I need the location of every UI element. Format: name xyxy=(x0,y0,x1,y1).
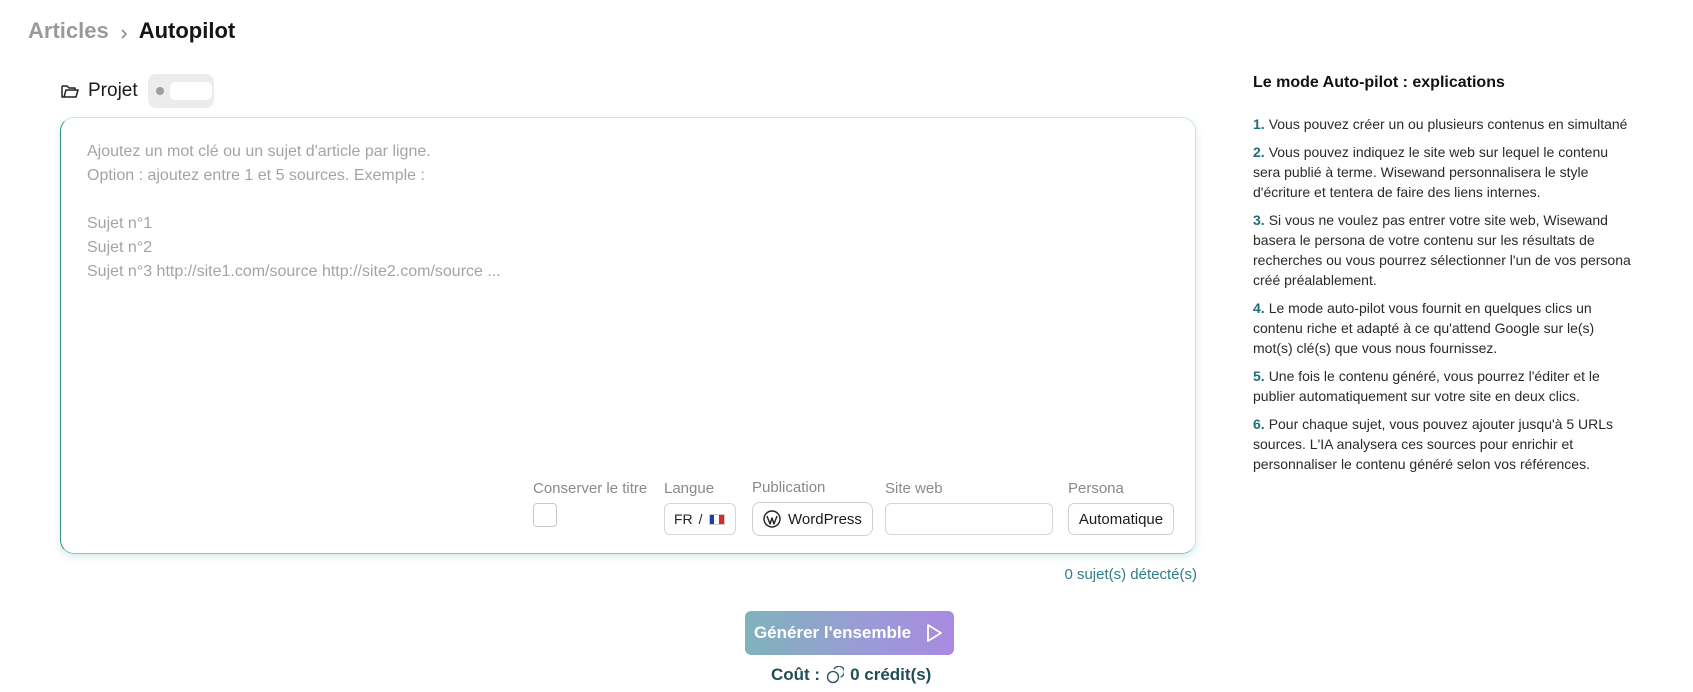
wordpress-icon xyxy=(763,510,781,528)
help-title: Le mode Auto-pilot : explications xyxy=(1253,74,1505,91)
detected-count: 0 sujet(s) détecté(s) xyxy=(1064,566,1197,583)
help-item: 2. Vous pouvez indiquez le site web sur l… xyxy=(1253,144,1609,200)
language-select[interactable]: FR / xyxy=(664,503,736,535)
project-select[interactable] xyxy=(147,74,214,108)
topics-editor: Conserver le titre Langue FR / Publicati… xyxy=(60,117,1196,554)
cost-label: Coût : xyxy=(771,665,821,684)
help-item: 3. Si vous ne voulez pas entrer votre sit… xyxy=(1253,212,1631,288)
cost-display: Coût : 0 crédit(s) xyxy=(771,665,931,685)
coins-icon xyxy=(826,666,845,684)
publication-field: Publication WordPress xyxy=(752,479,873,536)
language-value: FR xyxy=(674,511,693,527)
publication-select[interactable]: WordPress xyxy=(752,502,873,536)
help-item: 4. Le mode auto-pilot vous fournit en que… xyxy=(1253,300,1595,356)
france-flag-icon xyxy=(708,513,725,525)
folder-icon xyxy=(60,81,80,101)
language-field: Langue FR / xyxy=(664,480,736,535)
keep-title-field: Conserver le titre xyxy=(533,480,647,527)
persona-field: Persona Automatique xyxy=(1068,480,1174,535)
keep-title-label: Conserver le titre xyxy=(533,480,648,497)
chevron-right-icon xyxy=(119,26,129,39)
help-panel: Le mode Auto-pilot : explications 1. Vous… xyxy=(1253,74,1633,482)
project-label: Projet xyxy=(88,80,138,101)
persona-label: Persona xyxy=(1068,480,1124,497)
project-row: Projet xyxy=(60,74,214,108)
help-item: 5. Une fois le contenu généré, vous pourr… xyxy=(1253,368,1600,404)
play-icon xyxy=(923,622,945,644)
project-value xyxy=(169,82,212,100)
topics-textarea[interactable] xyxy=(87,140,1167,450)
website-label: Site web xyxy=(885,480,943,497)
keep-title-checkbox[interactable] xyxy=(533,503,557,527)
website-input[interactable] xyxy=(885,503,1053,535)
language-label: Langue xyxy=(664,480,715,497)
publication-value: WordPress xyxy=(788,510,862,528)
breadcrumb: Articles Autopilot xyxy=(28,18,235,44)
website-field: Site web xyxy=(885,480,1053,535)
breadcrumb-articles-link[interactable]: Articles xyxy=(28,18,109,44)
status-dot xyxy=(155,87,164,95)
help-item: 1. Vous pouvez créer un ou plusieurs cont… xyxy=(1253,116,1628,132)
generate-label: Générer l'ensemble xyxy=(753,623,912,642)
page-title: Autopilot xyxy=(138,18,236,43)
cost-value: 0 crédit(s) xyxy=(850,665,932,684)
publication-label: Publication xyxy=(752,479,826,496)
help-item: 6. Pour chaque sujet, vous pouvez ajouter… xyxy=(1253,416,1614,472)
generate-all-button[interactable]: Générer l'ensemble xyxy=(745,611,954,655)
language-separator: / xyxy=(698,511,703,527)
persona-select[interactable]: Automatique xyxy=(1068,503,1174,535)
